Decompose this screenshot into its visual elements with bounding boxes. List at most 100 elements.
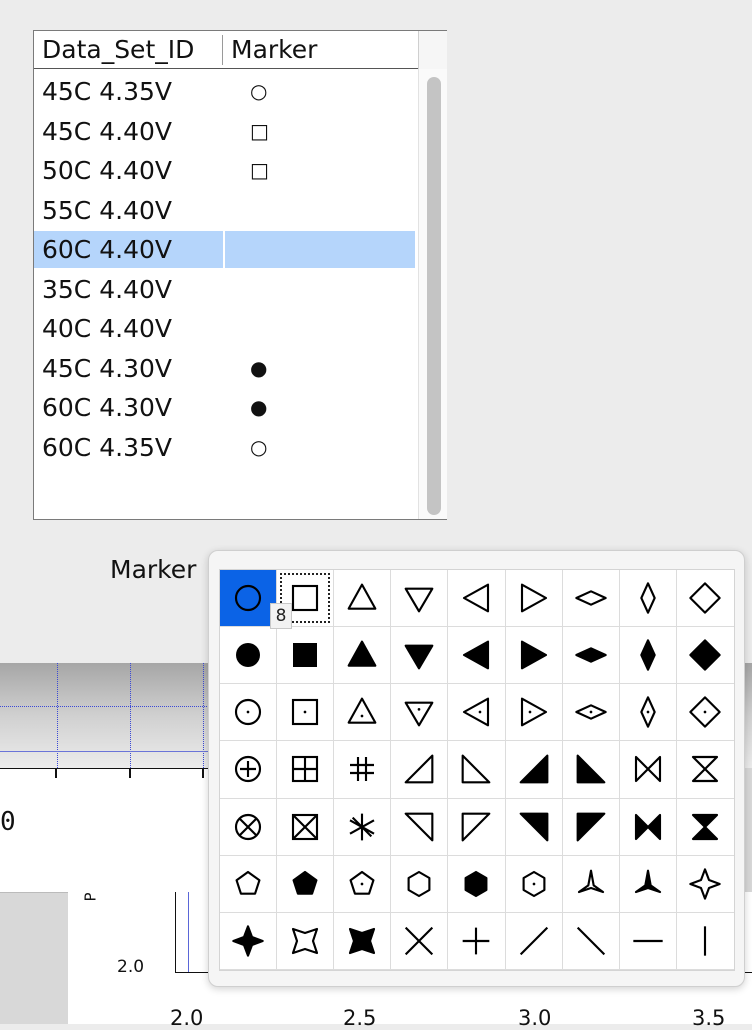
marker-option-right-triangle-filled-2[interactable] <box>562 741 620 799</box>
marker-option-square-filled[interactable] <box>277 627 335 685</box>
cell-marker[interactable]: □ <box>225 113 415 150</box>
cell-data-set-id[interactable]: 35C 4.40V <box>34 271 223 308</box>
table-row[interactable]: 45C 4.30V ● <box>34 350 415 387</box>
cell-data-set-id[interactable]: 45C 4.35V <box>34 73 223 110</box>
marker-option-triangle-left-open[interactable] <box>448 570 506 628</box>
cell-data-set-id[interactable]: 50C 4.40V <box>34 152 223 189</box>
marker-option-circle-dot[interactable] <box>220 684 278 742</box>
marker-option-pentagon-filled[interactable] <box>277 855 335 913</box>
marker-option-tristar-open[interactable] <box>562 855 620 913</box>
marker-option-hexagon-open[interactable] <box>391 855 449 913</box>
marker-option-pentagon-open[interactable] <box>220 855 278 913</box>
marker-option-hexagon-dot[interactable] <box>505 855 563 913</box>
marker-option-bowtie-filled[interactable] <box>619 798 677 856</box>
marker-option-diamond-tall-dot[interactable] <box>619 684 677 742</box>
marker-option-horizontal-line[interactable] <box>619 912 677 970</box>
marker-option-diamond-wide-filled[interactable] <box>562 627 620 685</box>
table-row[interactable]: 50C 4.40V □ <box>34 152 415 189</box>
marker-option-triangle-right-filled[interactable] <box>505 627 563 685</box>
marker-option-diamond-wide-open[interactable] <box>562 570 620 628</box>
table-row[interactable]: 60C 4.40V <box>34 231 415 268</box>
marker-option-square-concave-open[interactable] <box>277 912 335 970</box>
marker-option-circle-x[interactable] <box>220 798 278 856</box>
marker-option-right-triangle-open-2[interactable] <box>448 741 506 799</box>
table-row[interactable]: 60C 4.30V ● <box>34 389 415 426</box>
marker-option-hourglass-open[interactable] <box>676 741 734 799</box>
marker-option-right-triangle-filled-4[interactable] <box>562 798 620 856</box>
marker-option-triangle-down-filled[interactable] <box>391 627 449 685</box>
cell-marker[interactable]: ○ <box>225 429 415 466</box>
table-row[interactable]: 40C 4.40V <box>34 310 415 347</box>
cell-data-set-id[interactable]: 60C 4.40V <box>34 231 223 268</box>
cell-marker[interactable] <box>225 271 415 308</box>
marker-option-circle-filled[interactable] <box>220 627 278 685</box>
cell-marker[interactable]: ○ <box>225 73 415 110</box>
marker-option-backslash[interactable] <box>562 912 620 970</box>
cell-marker[interactable]: ● <box>225 350 415 387</box>
cell-data-set-id[interactable]: 60C 4.35V <box>34 429 223 466</box>
marker-option-square-plus[interactable] <box>277 741 335 799</box>
cell-marker[interactable]: ● <box>225 389 415 426</box>
table-row[interactable]: 45C 4.35V ○ <box>34 73 415 110</box>
marker-option-triangle-right-open[interactable] <box>505 570 563 628</box>
marker-option-right-triangle-open-1[interactable] <box>391 741 449 799</box>
marker-option-circle-open[interactable] <box>220 570 278 628</box>
cell-marker[interactable] <box>225 231 415 268</box>
marker-option-pentagon-dot[interactable] <box>334 855 392 913</box>
marker-option-diamond-filled[interactable] <box>676 627 734 685</box>
table-row[interactable]: 35C 4.40V <box>34 271 415 308</box>
marker-option-right-triangle-filled-1[interactable] <box>505 741 563 799</box>
marker-option-triangle-down-open[interactable] <box>391 570 449 628</box>
marker-option-x-cross[interactable] <box>391 912 449 970</box>
marker-option-diamond-open[interactable] <box>676 570 734 628</box>
cell-marker[interactable]: □ <box>225 152 415 189</box>
right-triangle-filled-1-icon <box>519 755 548 784</box>
marker-option-triangle-up-dot[interactable] <box>334 684 392 742</box>
marker-option-diamond-tall-filled[interactable] <box>619 627 677 685</box>
marker-option-right-triangle-open-3[interactable] <box>391 798 449 856</box>
table-row[interactable]: 45C 4.40V □ <box>34 113 415 150</box>
table-row[interactable]: 55C 4.40V <box>34 192 415 229</box>
marker-option-diamond-wide-dot[interactable] <box>562 684 620 742</box>
marker-option-hexagon-filled[interactable] <box>448 855 506 913</box>
marker-option-diamond-tall-open[interactable] <box>619 570 677 628</box>
marker-option-square-dot[interactable] <box>277 684 335 742</box>
backslash-icon <box>576 926 605 955</box>
marker-option-tristar-filled[interactable] <box>619 855 677 913</box>
cell-data-set-id[interactable]: 55C 4.40V <box>34 192 223 229</box>
cell-data-set-id[interactable]: 45C 4.40V <box>34 113 223 150</box>
marker-option-right-triangle-filled-3[interactable] <box>505 798 563 856</box>
marker-option-asterisk[interactable] <box>334 798 392 856</box>
marker-option-triangle-left-filled[interactable] <box>448 627 506 685</box>
table-row[interactable]: 60C 4.35V ○ <box>34 429 415 466</box>
marker-option-slash[interactable] <box>505 912 563 970</box>
cell-marker[interactable] <box>225 310 415 347</box>
hourglass-filled-icon <box>692 813 719 840</box>
scrollbar-thumb[interactable] <box>427 77 441 515</box>
marker-option-square-concave-filled[interactable] <box>334 912 392 970</box>
marker-option-bowtie-open[interactable] <box>619 741 677 799</box>
marker-option-diamond-dot[interactable] <box>676 684 734 742</box>
marker-option-triangle-right-dot[interactable] <box>505 684 563 742</box>
cell-marker[interactable] <box>225 192 415 229</box>
cell-data-set-id[interactable]: 60C 4.30V <box>34 389 223 426</box>
marker-option-triangle-up-filled[interactable] <box>334 627 392 685</box>
marker-option-circle-plus[interactable] <box>220 741 278 799</box>
marker-option-star4-filled[interactable] <box>220 912 278 970</box>
marker-option-right-triangle-open-4[interactable] <box>448 798 506 856</box>
marker-option-vertical-line[interactable] <box>676 913 734 970</box>
marker-option-hourglass-filled[interactable] <box>676 799 734 856</box>
vertical-scrollbar[interactable] <box>418 69 447 519</box>
cell-data-set-id[interactable]: 45C 4.30V <box>34 350 223 387</box>
marker-option-triangle-up-open[interactable] <box>334 570 392 628</box>
data-set-table[interactable]: Data_Set_ID Marker 45C 4.35V ○ 45C 4.40V □ 5… <box>33 30 447 520</box>
header-data-set-id[interactable]: Data_Set_ID <box>42 35 194 64</box>
marker-option-plus-cross[interactable] <box>448 912 506 970</box>
marker-option-triangle-left-dot[interactable] <box>448 684 506 742</box>
marker-option-triangle-down-dot[interactable] <box>391 684 449 742</box>
marker-option-hash[interactable] <box>334 741 392 799</box>
cell-data-set-id[interactable]: 40C 4.40V <box>34 310 223 347</box>
header-marker[interactable]: Marker <box>231 35 317 64</box>
marker-option-star4-open[interactable] <box>676 856 734 913</box>
marker-option-square-x[interactable] <box>277 798 335 856</box>
